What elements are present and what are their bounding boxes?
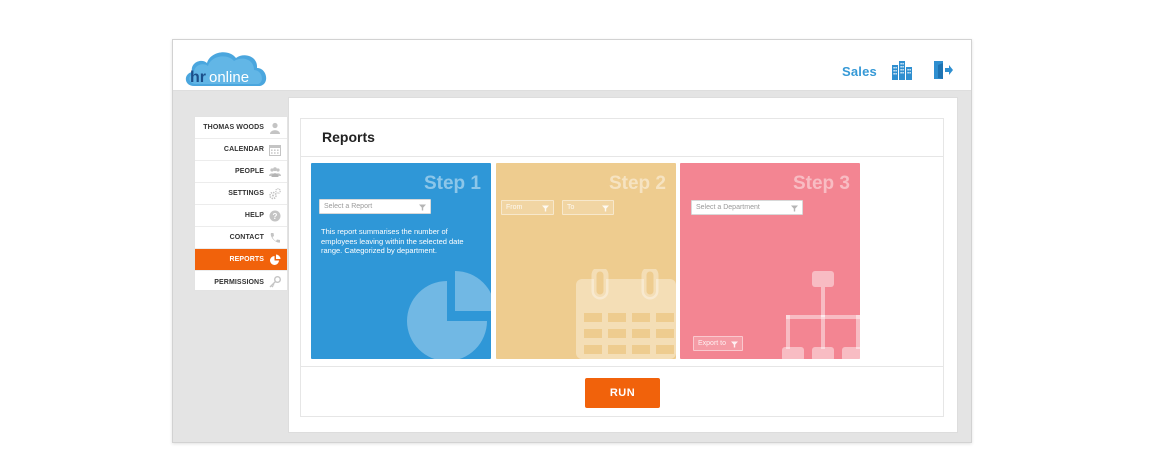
buildings-icon[interactable] — [891, 59, 913, 81]
pie-chart-icon — [403, 263, 491, 359]
sidebar-item-label: PEOPLE — [235, 168, 264, 175]
sidebar-item-thomas-woods[interactable]: THOMAS WOODS — [195, 117, 287, 139]
pie-chart-icon — [269, 254, 281, 266]
logout-icon[interactable] — [932, 59, 954, 81]
step-title: Step 1 — [423, 173, 481, 194]
gears-icon — [269, 187, 281, 200]
sidebar-item-reports[interactable]: REPORTS — [195, 249, 287, 271]
filter-caret-icon — [602, 204, 609, 212]
calendar-icon — [269, 144, 281, 156]
top-bar: hr online Sales — [173, 40, 971, 91]
filter-caret-icon — [542, 204, 549, 212]
to-date-dropdown[interactable]: To — [562, 200, 614, 215]
select-report-dropdown[interactable]: Select a Report — [319, 199, 431, 214]
key-icon — [269, 276, 281, 288]
sidebar-item-permissions[interactable]: PERMISSIONS — [195, 271, 287, 293]
run-button[interactable]: RUN — [585, 378, 660, 408]
panel-header: Reports — [301, 119, 943, 157]
sidebar-item-label: CONTACT — [229, 234, 264, 241]
sidebar-item-contact[interactable]: CONTACT — [195, 227, 287, 249]
dropdown-placeholder: Export to — [698, 340, 727, 347]
phone-icon — [269, 232, 281, 244]
people-icon — [269, 166, 281, 178]
svg-text:hr: hr — [190, 69, 206, 86]
sidebar-item-people[interactable]: PEOPLE — [195, 161, 287, 183]
export-to-dropdown[interactable]: Export to — [693, 336, 743, 351]
user-icon — [269, 122, 281, 134]
reports-panel: Reports Step 1 Select a Report This repo… — [300, 118, 944, 417]
step-3-card: Step 3 Select a Department Export to — [680, 163, 860, 359]
filter-caret-icon — [791, 204, 798, 212]
hronline-logo[interactable]: hr online — [182, 44, 270, 89]
dropdown-placeholder: Select a Department — [696, 204, 760, 211]
sidebar-item-label: PERMISSIONS — [214, 278, 264, 286]
report-description: This report summarises the number of emp… — [321, 227, 464, 255]
sidebar-item-label: HELP — [244, 212, 264, 219]
svg-text:online: online — [209, 69, 249, 86]
filter-caret-icon — [731, 340, 738, 348]
sidebar-item-label: CALENDAR — [223, 146, 264, 153]
calendar-icon — [576, 266, 676, 359]
sidebar-item-label: THOMAS WOODS — [203, 124, 264, 131]
svg-text:?: ? — [273, 212, 278, 221]
content-area: Reports Step 1 Select a Report This repo… — [288, 97, 958, 433]
dropdown-placeholder: From — [506, 204, 523, 211]
step-1-card: Step 1 Select a Report This report summa… — [311, 163, 491, 359]
help-icon: ? — [269, 210, 281, 222]
step-title: Step 2 — [608, 173, 666, 194]
org-chart-icon — [782, 269, 860, 359]
sidebar-item-settings[interactable]: SETTINGS — [195, 183, 287, 205]
panel-footer: RUN — [301, 366, 943, 417]
sidebar-item-help[interactable]: HELP ? — [195, 205, 287, 227]
sidebar-item-calendar[interactable]: CALENDAR — [195, 139, 287, 161]
step-title: Step 3 — [792, 173, 850, 194]
step-2-card: Step 2 From To — [496, 163, 676, 359]
select-department-dropdown[interactable]: Select a Department — [691, 200, 803, 215]
dropdown-placeholder: Select a Report — [324, 203, 373, 210]
from-date-dropdown[interactable]: From — [501, 200, 554, 215]
app-window: hr online Sales THOMAS WOODS CALENDAR PE… — [172, 39, 972, 443]
sidebar-item-label: SETTINGS — [228, 190, 264, 197]
filter-caret-icon — [419, 203, 426, 211]
sidebar-item-label: REPORTS — [229, 256, 264, 263]
dropdown-placeholder: To — [567, 204, 575, 211]
page-title: Reports — [322, 129, 375, 145]
account-name[interactable]: Sales — [842, 64, 877, 79]
sidebar-nav: THOMAS WOODS CALENDAR PEOPLE SETTINGS HE… — [194, 116, 288, 291]
